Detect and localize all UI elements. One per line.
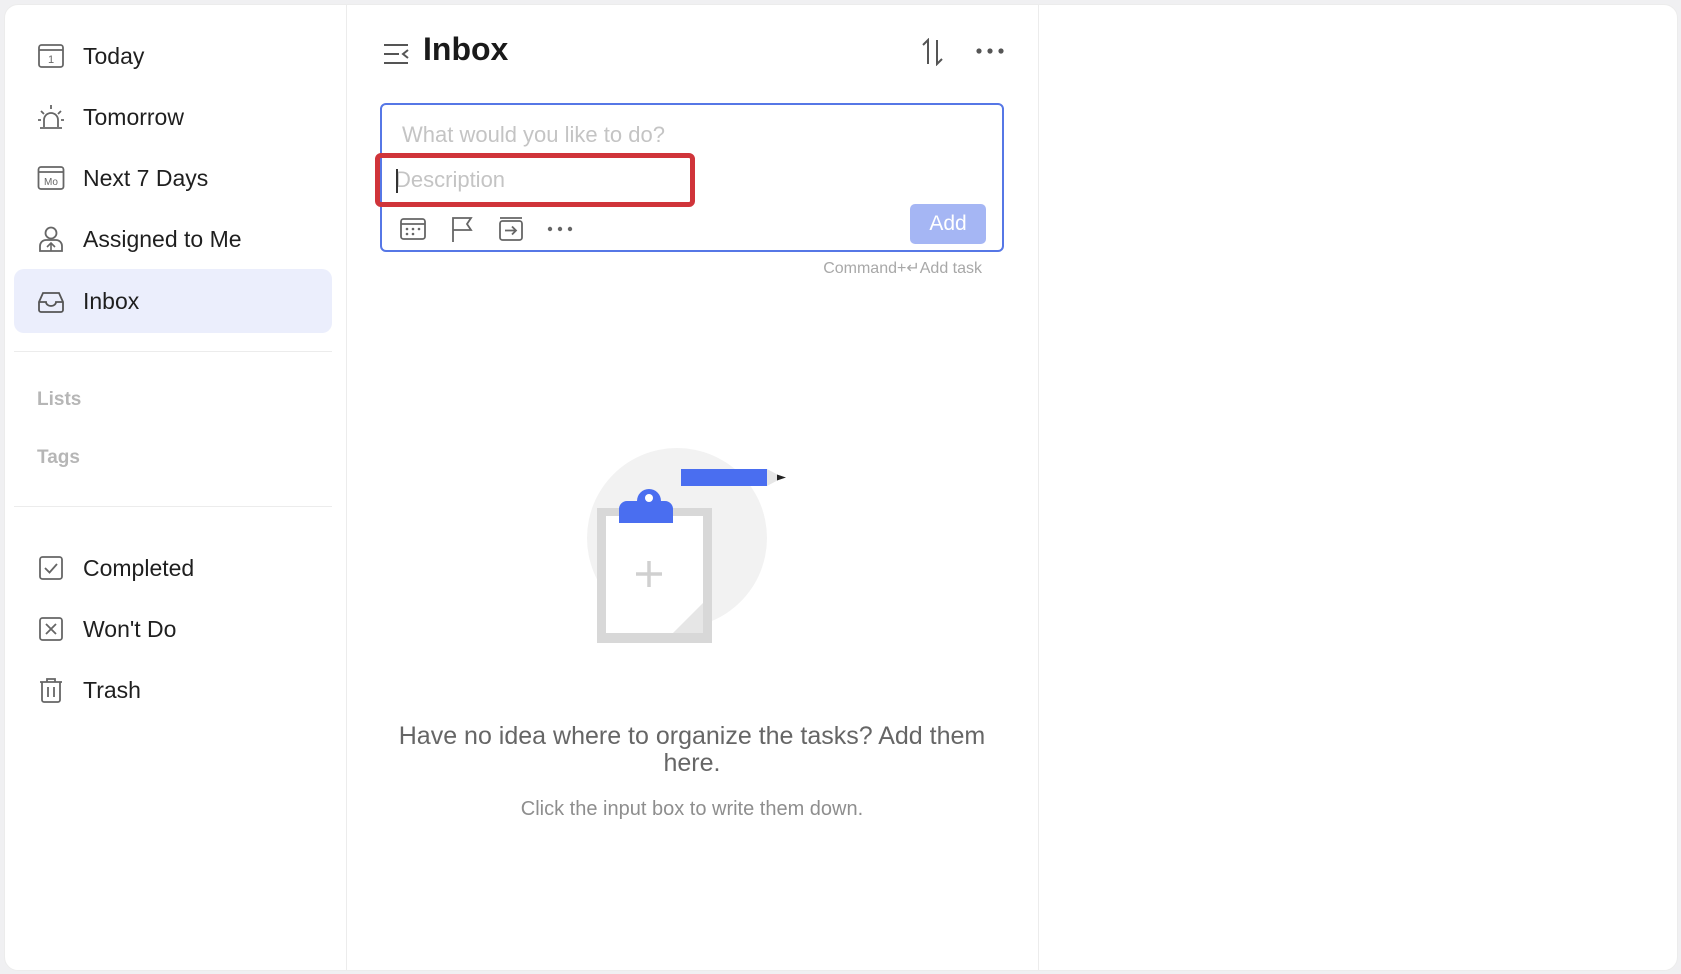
sidebar-divider (14, 351, 332, 352)
clipboard-illustration-icon (587, 448, 786, 643)
task-title-input[interactable] (402, 119, 962, 151)
sort-icon[interactable] (920, 38, 946, 66)
task-input-box: Add (375, 103, 1004, 252)
person-icon (39, 226, 63, 252)
week-icon-text: Mo (44, 177, 58, 188)
app-window: 1 Today Tomorrow Mo Next 7 Days Assigned… (4, 4, 1678, 971)
sidebar-item-label: Won't Do (83, 616, 177, 642)
add-task-button[interactable]: Add (910, 204, 986, 244)
sidebar-item-label: Trash (83, 677, 141, 703)
text-cursor (396, 169, 398, 193)
detail-panel (1039, 5, 1677, 970)
sidebar-item-wont-do[interactable]: Won't Do (14, 597, 332, 661)
sidebar-item-label: Today (83, 43, 145, 69)
today-day-number: 1 (48, 54, 54, 66)
x-box-icon (39, 617, 63, 641)
empty-state-title: Have no idea where to organize the tasks… (398, 722, 986, 777)
description-highlight (375, 153, 695, 207)
page-title: Inbox (423, 31, 509, 67)
sidebar-item-label: Next 7 Days (83, 165, 209, 191)
date-picker-icon[interactable] (399, 215, 427, 243)
add-task-shortcut-hint: Command+↵Add task (823, 260, 982, 277)
sidebar-item-assigned-to-me[interactable]: Assigned to Me (14, 207, 332, 271)
sidebar: 1 Today Tomorrow Mo Next 7 Days Assigned… (5, 5, 347, 970)
calendar-week-icon: Mo (37, 166, 65, 190)
more-tools-icon[interactable] (546, 215, 574, 243)
sidebar-item-next-7-days[interactable]: Mo Next 7 Days (14, 146, 332, 210)
checkbox-icon (39, 556, 63, 580)
sidebar-item-label: Assigned to Me (83, 226, 242, 252)
empty-state-subtitle: Click the input box to write them down. (520, 798, 864, 820)
sidebar-item-trash[interactable]: Trash (14, 658, 332, 722)
sidebar-item-completed[interactable]: Completed (14, 536, 332, 600)
more-options-icon[interactable] (975, 41, 1005, 61)
sidebar-divider (14, 506, 332, 507)
sidebar-item-tomorrow[interactable]: Tomorrow (14, 85, 332, 149)
inbox-icon (38, 292, 64, 313)
sunrise-icon (38, 105, 64, 129)
move-to-list-icon[interactable] (497, 215, 525, 243)
sidebar-item-today[interactable]: 1 Today (14, 24, 332, 88)
menu-collapse-icon[interactable] (382, 40, 410, 68)
tags-section-label[interactable]: Tags (37, 447, 80, 469)
sidebar-item-label: Tomorrow (83, 104, 184, 130)
sidebar-item-inbox[interactable]: Inbox (14, 269, 332, 333)
flag-icon[interactable] (448, 215, 476, 243)
sidebar-item-label: Completed (83, 555, 195, 581)
task-description-input[interactable] (395, 164, 675, 196)
calendar-today-icon: 1 (38, 44, 64, 68)
main-panel: Inbox What would you like to do? Descrip… (347, 5, 1039, 970)
lists-section-label[interactable]: Lists (37, 389, 81, 411)
trash-icon (40, 678, 62, 703)
sidebar-item-label: Inbox (83, 288, 140, 314)
